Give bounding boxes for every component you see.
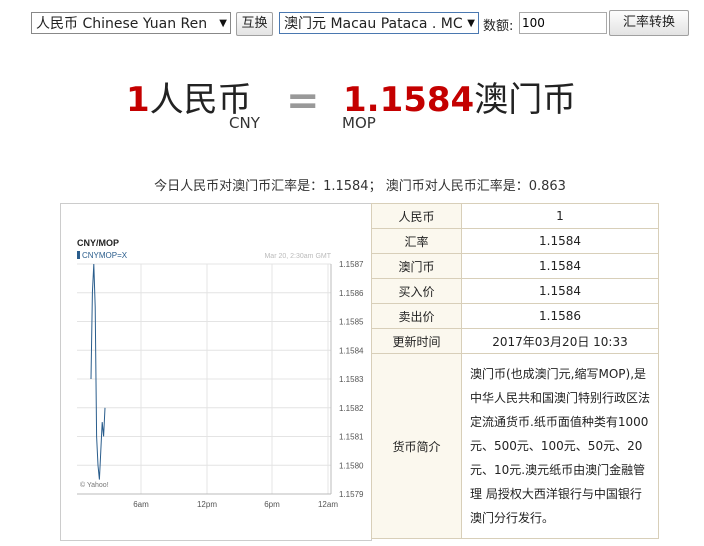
equals-sign: = <box>286 78 320 124</box>
swap-button[interactable]: 互换 <box>236 12 273 36</box>
y-tick-label: 1.1584 <box>339 346 364 355</box>
x-tick-label: 6pm <box>264 500 280 509</box>
chart-timestamp: Mar 20, 2:30am GMT <box>264 253 331 260</box>
y-tick-label: 1.1587 <box>339 260 364 269</box>
x-tick-label: 12pm <box>197 500 217 509</box>
table-row: 更新时间 2017年03月20日 10:33 <box>371 328 659 354</box>
from-currency-value: 人民币 Chinese Yuan Ren <box>36 16 208 32</box>
from-currency-select[interactable]: 人民币 Chinese Yuan Ren ▼ <box>31 12 231 34</box>
row-value: 1.1586 <box>461 303 659 329</box>
row-value: 1 <box>461 203 659 229</box>
y-tick-label: 1.1580 <box>339 461 364 470</box>
row-label: 澳门币 <box>371 253 462 279</box>
y-tick-label: 1.1586 <box>339 289 364 298</box>
row-label: 人民币 <box>371 203 462 229</box>
x-tick-label: 12am <box>318 500 338 509</box>
y-tick-label: 1.1581 <box>339 433 364 442</box>
result-line-right: 1.1584澳门币 <box>343 72 576 121</box>
chart-watermark: © Yahoo! <box>80 481 109 489</box>
rate-chart: CNY/MOP CNYMOP=X Mar 20, 2:30am GMT 1.1587 1… <box>60 203 372 541</box>
desc-label: 货币简介 <box>371 353 462 539</box>
amount-input[interactable] <box>519 12 607 34</box>
table-row: 卖出价 1.1586 <box>371 303 659 329</box>
legend-label: CNYMOP=X <box>82 251 128 260</box>
chevron-down-icon: ▼ <box>219 18 227 29</box>
to-currency-select[interactable]: 澳门元 Macau Pataca . MC ▼ <box>279 12 479 34</box>
x-tick-label: 6am <box>133 500 149 509</box>
table-row: 货币简介 澳门币(也成澳门元,缩写MOP),是中华人民共和国澳门特别行政区法定流通… <box>371 353 659 539</box>
info-table: 人民币 1 汇率 1.1584 澳门币 1.1584 买入价 1.1584 卖出价 1.1586 更… <box>371 203 659 539</box>
y-tick-label: 1.1582 <box>339 404 364 413</box>
table-row: 汇率 1.1584 <box>371 228 659 254</box>
row-label: 汇率 <box>371 228 462 254</box>
row-label: 更新时间 <box>371 328 462 354</box>
table-row: 买入价 1.1584 <box>371 278 659 304</box>
rate-summary: 今日人民币对澳门币汇率是：1.1584； 澳门币对人民币汇率是：0.863 <box>154 179 566 194</box>
currency-description: 澳门币(也成澳门元,缩写MOP),是中华人民共和国澳门特别行政区法定流通货币.纸… <box>461 353 659 539</box>
convert-button[interactable]: 汇率转换 <box>609 10 689 36</box>
row-label: 买入价 <box>371 278 462 304</box>
table-row: 澳门币 1.1584 <box>371 253 659 279</box>
row-label: 卖出价 <box>371 303 462 329</box>
y-tick-label: 1.1585 <box>339 318 364 327</box>
amount-label: 数额: <box>483 19 514 34</box>
chart-title: CNY/MOP <box>77 238 119 248</box>
from-amount: 1 <box>126 80 150 120</box>
y-tick-label: 1.1579 <box>339 490 364 499</box>
legend-swatch <box>77 251 80 259</box>
row-value: 1.1584 <box>461 278 659 304</box>
series-line <box>90 263 106 480</box>
row-value: 2017年03月20日 10:33 <box>461 328 659 354</box>
to-currency-code: MOP <box>342 114 376 132</box>
row-value: 1.1584 <box>461 253 659 279</box>
chevron-down-icon: ▼ <box>467 18 475 29</box>
y-tick-label: 1.1583 <box>339 375 364 384</box>
table-row: 人民币 1 <box>371 203 659 229</box>
from-currency-code: CNY <box>229 114 260 132</box>
to-currency-value: 澳门元 Macau Pataca . MC <box>284 16 463 32</box>
chart-svg: CNY/MOP CNYMOP=X Mar 20, 2:30am GMT 1.1587 1… <box>77 238 364 509</box>
to-currency-name: 澳门币 <box>474 80 577 120</box>
row-value: 1.1584 <box>461 228 659 254</box>
